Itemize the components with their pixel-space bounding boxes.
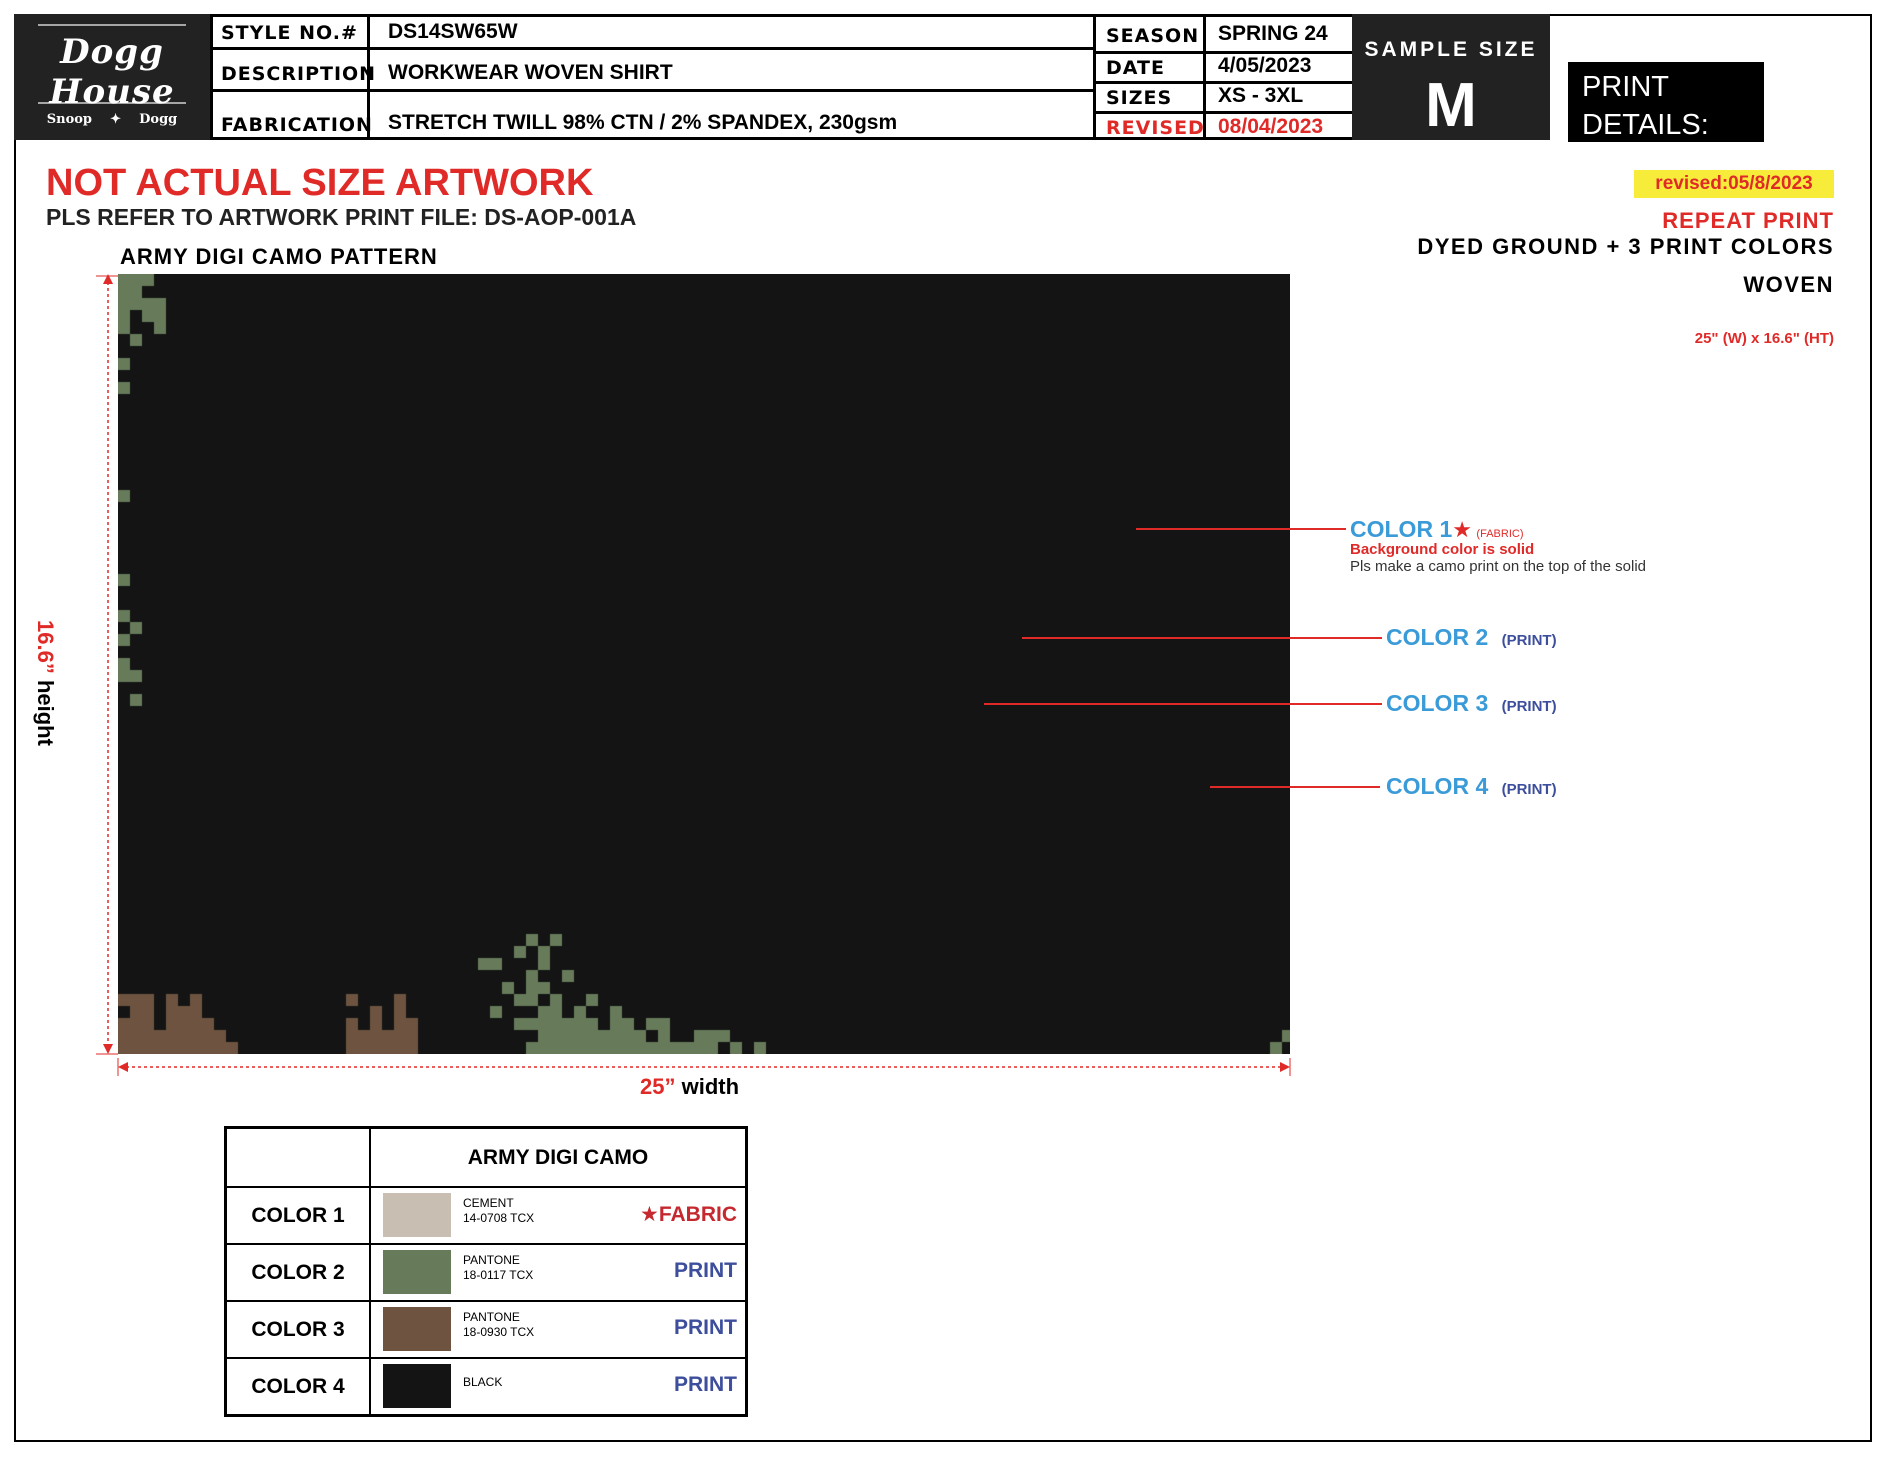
brand-logo: Dogg House Snoop ✦ Dogg: [14, 14, 210, 140]
swatch-type: PRINT: [674, 1259, 737, 1282]
sample-size-box: SAMPLE SIZE M: [1352, 14, 1550, 140]
header-divider: [1093, 111, 1355, 114]
legend-color-name: COLOR 4: [224, 1357, 371, 1417]
sample-size-value: M: [1425, 71, 1477, 140]
artwork-file-reference: PLS REFER TO ARTWORK PRINT FILE: DS-AOP-…: [46, 204, 637, 230]
style-label: STYLE NO.#: [221, 22, 358, 44]
swatch-label: PANTONE 18-0930 TCX: [463, 1310, 534, 1340]
style-value: DS14SW65W: [388, 20, 518, 43]
swatch-label-line2: 18-0930 TCX: [463, 1325, 535, 1339]
logo-sub-left: Snoop: [46, 112, 93, 127]
legend-swatch-cell: PANTONE 18-0930 TCX PRINT: [369, 1300, 748, 1359]
color1-solid-note: Background color is solid: [1350, 541, 1535, 558]
color-legend-table: ARMY DIGI CAMO COLOR 1 CEMENT 14-0708 TC…: [224, 1126, 748, 1417]
color1-print-note: Pls make a camo print on the top of the …: [1350, 558, 1646, 575]
swatch-type: PRINT: [674, 1316, 737, 1339]
color4-callout-tag: (PRINT): [1501, 781, 1557, 798]
not-actual-size-heading: NOT ACTUAL SIZE ARTWORK: [46, 162, 594, 204]
header-divider: [1093, 17, 1096, 137]
width-value: 25”: [640, 1074, 676, 1099]
color2-callout-label: COLOR 2: [1386, 624, 1489, 650]
legend-title: ARMY DIGI CAMO: [369, 1126, 748, 1188]
season-value: SPRING 24: [1218, 22, 1328, 45]
swatch-label-line2: 14-0708 TCX: [463, 1211, 535, 1225]
legend-header-blank: [224, 1126, 371, 1188]
swatch-type: PRINT: [674, 1373, 737, 1396]
height-word: height: [33, 673, 58, 746]
color-swatch: [383, 1193, 451, 1237]
print-details-line1: PRINT: [1582, 71, 1669, 103]
logo-sub-right: Dogg: [139, 112, 178, 127]
camo-pattern-artwork: [118, 274, 1290, 1054]
fabric-star-icon: ★: [1452, 517, 1472, 542]
color3-callout: COLOR 3 (PRINT): [1386, 690, 1557, 717]
header-divider: [213, 89, 1093, 92]
color1-callout-tag: (FABRIC): [1476, 528, 1524, 540]
legend-swatch-cell: BLACK PRINT: [369, 1357, 748, 1417]
revised-label: REVISED: [1106, 117, 1205, 139]
color3-callout-label: COLOR 3: [1386, 690, 1489, 716]
sample-size-title: SAMPLE SIZE: [1364, 38, 1538, 61]
legend-row: COLOR 3 PANTONE 18-0930 TCX PRINT: [224, 1300, 748, 1359]
legend-swatch-cell: CEMENT 14-0708 TCX ★FABRIC: [369, 1186, 748, 1245]
color-swatch: [383, 1250, 451, 1294]
legend-color-name: COLOR 1: [224, 1186, 371, 1245]
logo-flourish-bottom: [38, 102, 186, 104]
height-value: 16.6”: [33, 620, 58, 674]
width-word: width: [675, 1074, 740, 1099]
swatch-label-line2: 18-0117 TCX: [463, 1268, 534, 1282]
swatch-label-line1: PANTONE: [463, 1253, 520, 1267]
swatch-label-line1: BLACK: [463, 1375, 503, 1389]
repeat-print-note: REPEAT PRINT: [1662, 208, 1834, 233]
print-details-box: PRINT DETAILS:: [1568, 62, 1764, 142]
legend-color-name: COLOR 2: [224, 1243, 371, 1302]
color3-callout-tag: (PRINT): [1501, 698, 1557, 715]
color4-callout: COLOR 4 (PRINT): [1386, 773, 1557, 800]
legend-header-row: ARMY DIGI CAMO: [224, 1126, 748, 1188]
description-value: WORKWEAR WOVEN SHIRT: [388, 61, 673, 84]
logo-flourish-top: [38, 24, 186, 26]
swatch-label: BLACK: [463, 1375, 502, 1390]
sizes-label: SIZES: [1106, 87, 1173, 109]
swatch-type: ★FABRIC: [640, 1203, 737, 1226]
legend-swatch-cell: PANTONE 18-0117 TCX PRINT: [369, 1243, 748, 1302]
woven-note: WOVEN: [1743, 272, 1834, 297]
color2-callout: COLOR 2 (PRINT): [1386, 624, 1557, 651]
description-label: DESCRIPTION: [221, 63, 377, 85]
repeat-dimensions: 25" (W) x 16.6" (HT): [1694, 330, 1834, 347]
header-divider: [213, 47, 1093, 50]
color-swatch: [383, 1307, 451, 1351]
color1-callout: COLOR 1★ (FABRIC) Background color is so…: [1350, 516, 1646, 575]
legend-row: COLOR 2 PANTONE 18-0117 TCX PRINT: [224, 1243, 748, 1302]
color2-callout-tag: (PRINT): [1501, 632, 1557, 649]
swatch-label-line1: CEMENT: [463, 1196, 514, 1210]
sizes-value: XS - 3XL: [1218, 84, 1304, 107]
revised-badge: revised:05/8/2023: [1634, 170, 1834, 198]
fabrication-label: FABRICATION: [221, 114, 373, 136]
swatch-label: PANTONE 18-0117 TCX: [463, 1253, 533, 1283]
legend-row: COLOR 4 BLACK PRINT: [224, 1357, 748, 1417]
date-value: 4/05/2023: [1218, 54, 1312, 77]
logo-brand-text: Dogg House: [49, 32, 175, 112]
print-details-line2: DETAILS:: [1582, 109, 1709, 141]
legend-color-name: COLOR 3: [224, 1300, 371, 1359]
legend-row: COLOR 1 CEMENT 14-0708 TCX ★FABRIC: [224, 1186, 748, 1245]
swatch-label-line1: PANTONE: [463, 1310, 520, 1324]
dyed-ground-note: DYED GROUND + 3 PRINT COLORS: [1417, 234, 1834, 259]
pattern-title: ARMY DIGI CAMO PATTERN: [120, 244, 438, 269]
fabrication-value: STRETCH TWILL 98% CTN / 2% SPANDEX, 230g…: [388, 111, 898, 134]
spec-header-table: STYLE NO.# DS14SW65W DESCRIPTION WORKWEA…: [210, 14, 1550, 140]
season-label: SEASON: [1106, 25, 1200, 47]
height-label: 16.6” height: [32, 620, 58, 746]
swatch-label: CEMENT 14-0708 TCX: [463, 1196, 534, 1226]
logo-subtitle: Snoop ✦ Dogg: [46, 112, 178, 127]
revised-value: 08/04/2023: [1218, 115, 1324, 138]
width-label: 25” width: [640, 1074, 739, 1100]
color-swatch: [383, 1364, 451, 1408]
color1-callout-label: COLOR 1: [1350, 516, 1453, 542]
date-label: DATE: [1106, 57, 1165, 79]
color4-callout-label: COLOR 4: [1386, 773, 1489, 799]
